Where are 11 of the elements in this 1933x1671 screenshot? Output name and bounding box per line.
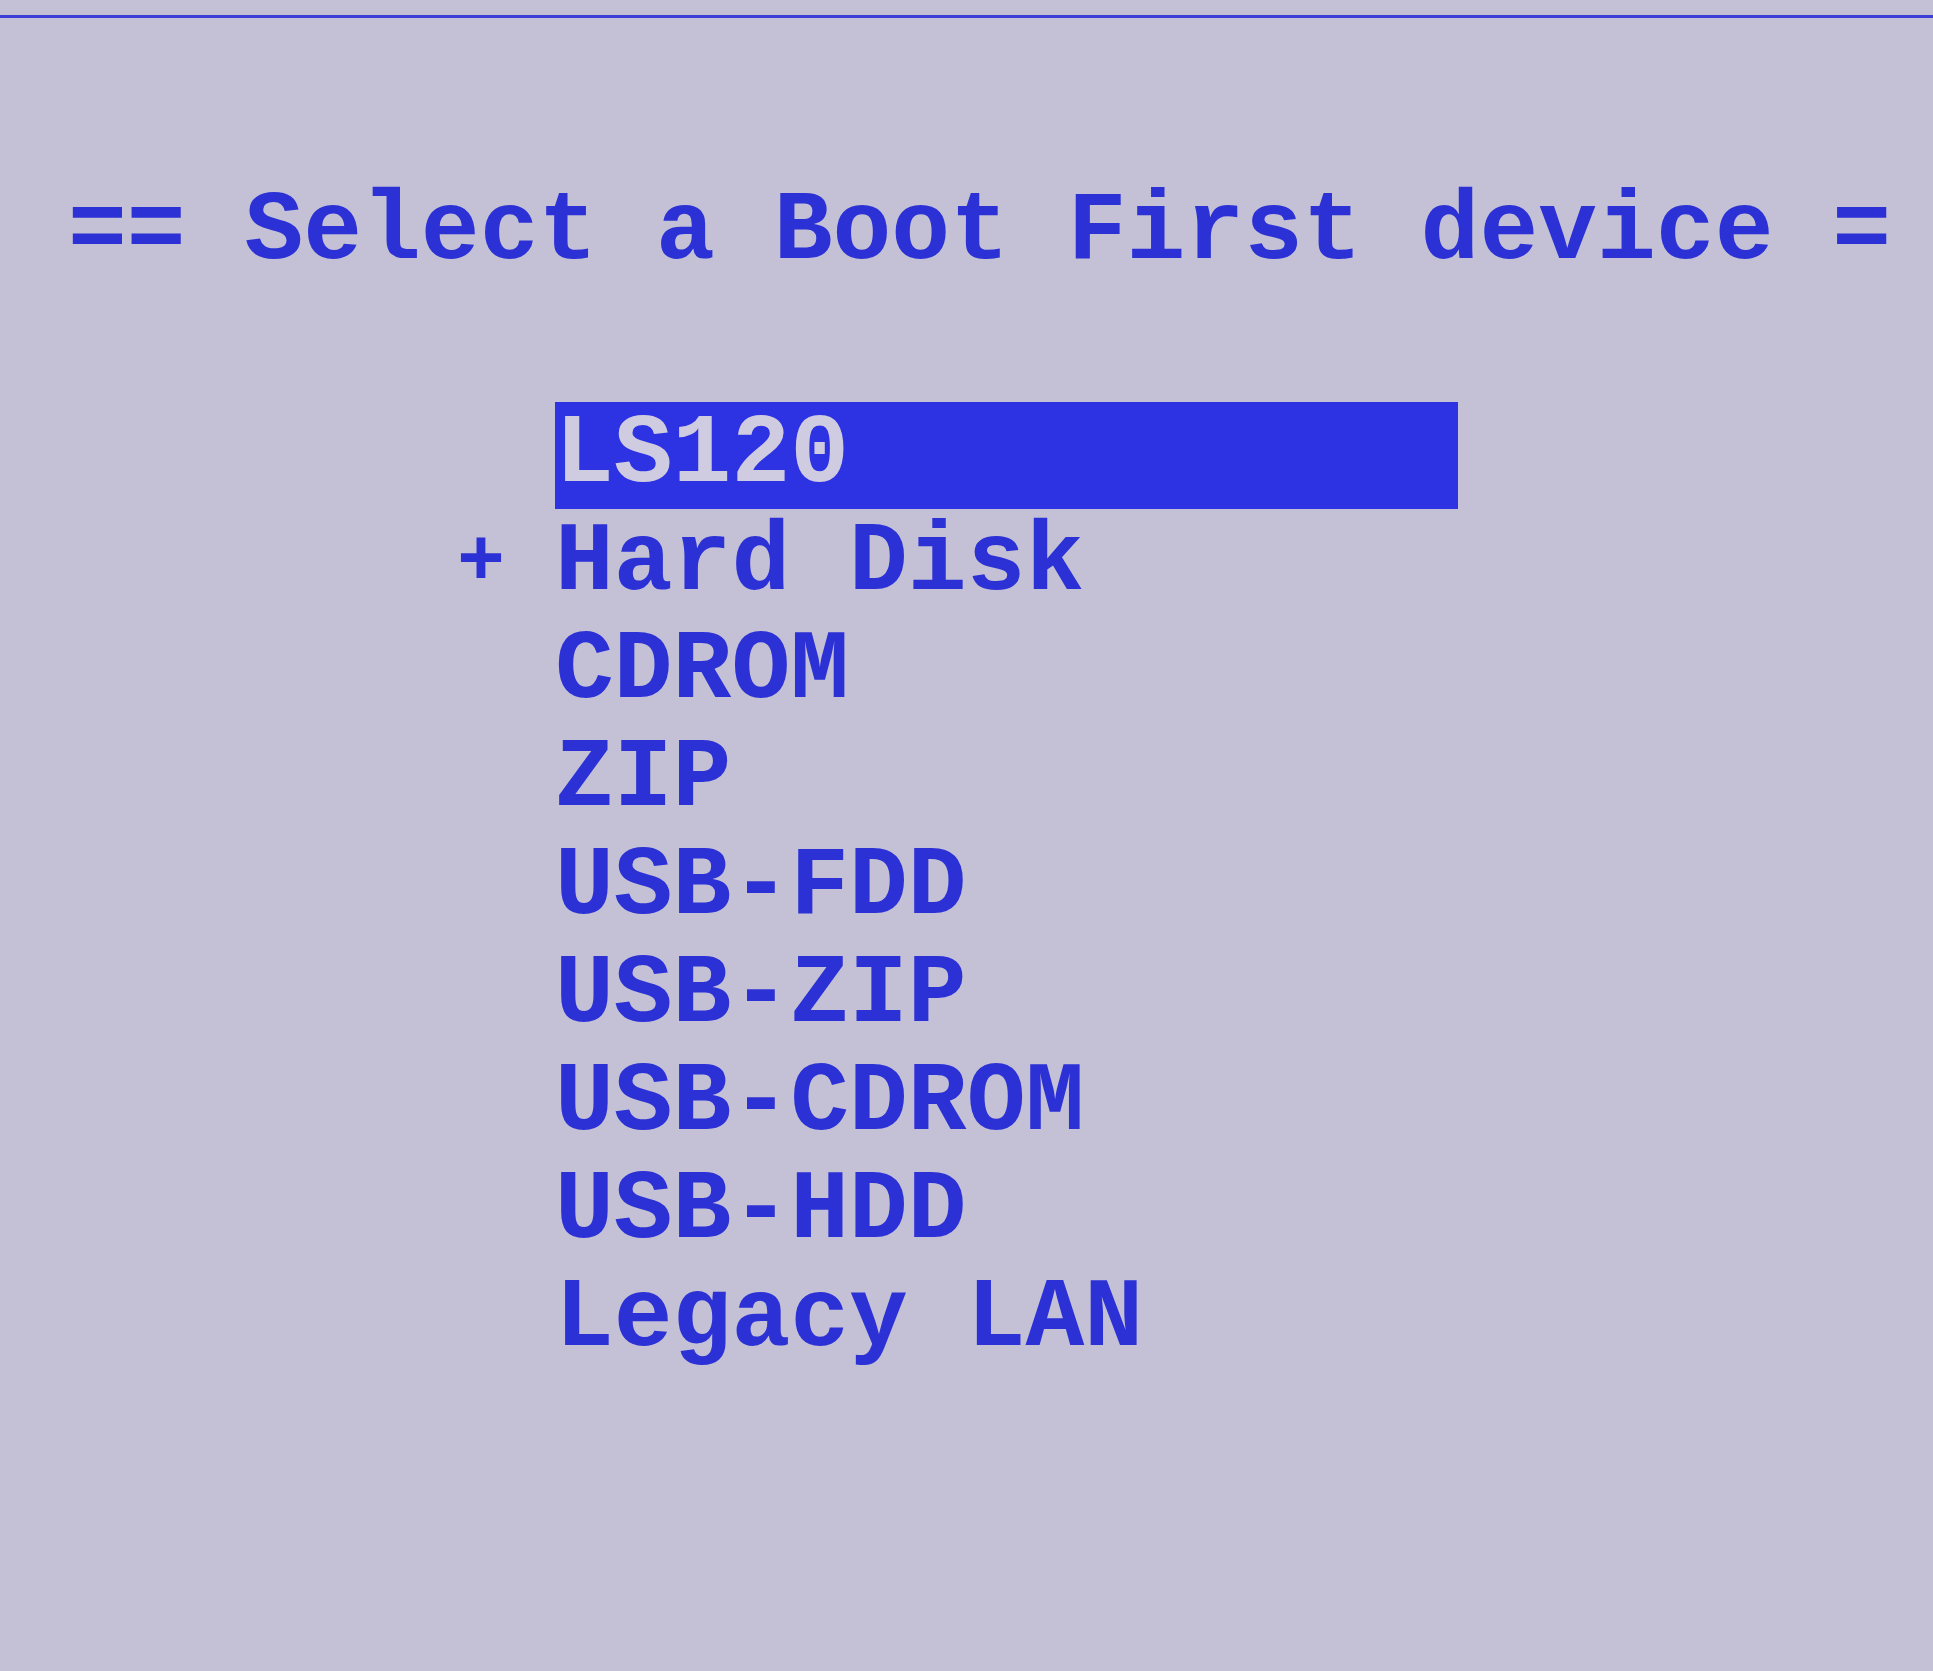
boot-device-option[interactable]: USB-FDD	[555, 833, 1458, 941]
boot-device-option[interactable]: ZIP	[555, 725, 1458, 833]
boot-device-option[interactable]: USB-HDD	[555, 1157, 1458, 1265]
default-marker: +	[457, 516, 505, 610]
boot-device-option[interactable]: CDROM	[555, 617, 1458, 725]
menu-title: == Select a Boot First device =	[68, 176, 1892, 287]
boot-device-option[interactable]: Hard Disk	[555, 509, 1458, 617]
boot-device-option[interactable]: LS120	[555, 401, 1458, 509]
boot-device-option[interactable]: USB-ZIP	[555, 941, 1458, 1049]
boot-device-option[interactable]: Legacy LAN	[555, 1265, 1458, 1373]
boot-device-option[interactable]: USB-CDROM	[555, 1049, 1458, 1157]
